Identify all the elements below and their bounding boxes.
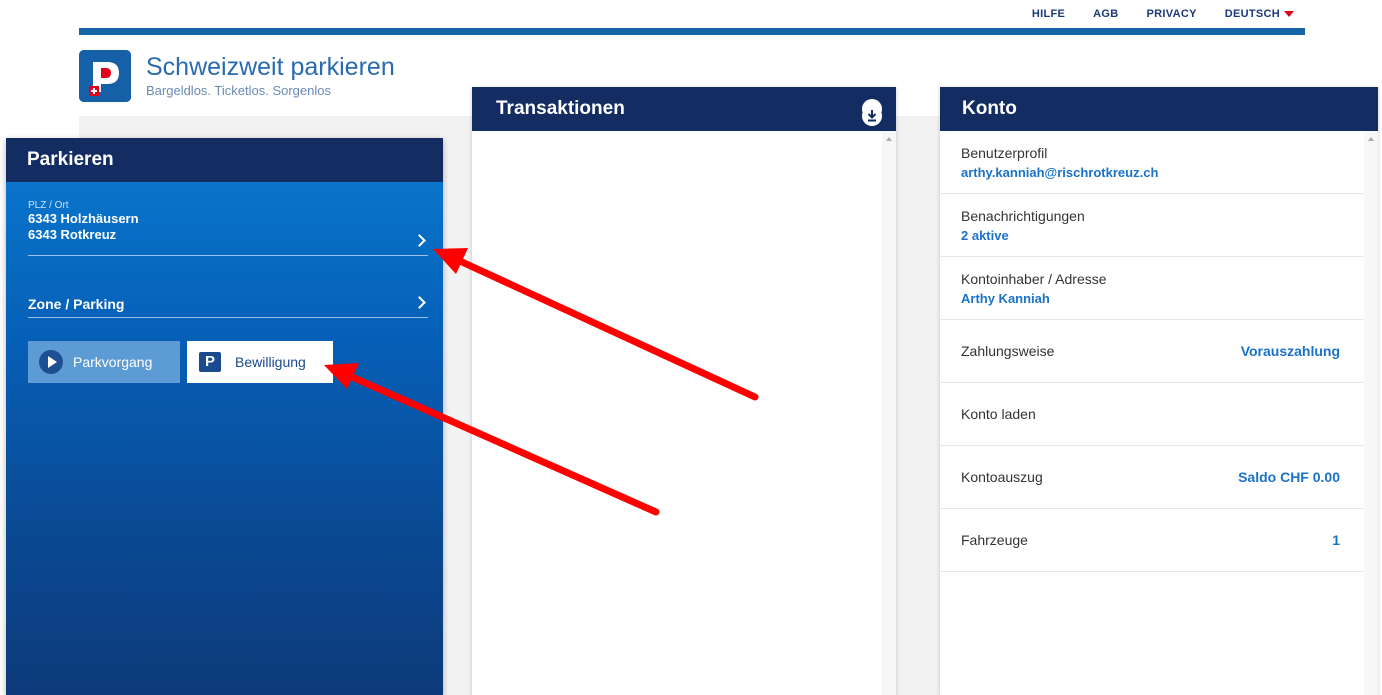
help-link[interactable]: HILFE bbox=[1032, 8, 1065, 20]
download-icon[interactable] bbox=[862, 99, 882, 126]
row-label: Benachrichtigungen bbox=[961, 207, 1085, 224]
account-header: Konto bbox=[940, 87, 1378, 131]
row-label: Konto laden bbox=[961, 406, 1036, 422]
account-row-notifications[interactable]: Benachrichtigungen 2 aktive bbox=[940, 194, 1378, 257]
row-sublabel: arthy.kanniah@rischrotkreuz.ch bbox=[961, 164, 1159, 180]
location-value-1: 6343 Holzhäusern bbox=[28, 211, 139, 226]
brand-subtitle: Bargeldlos. Ticketlos. Sorgenlos bbox=[146, 83, 331, 98]
privacy-link[interactable]: PRIVACY bbox=[1147, 8, 1197, 20]
account-row-statement[interactable]: Kontoauszug Saldo CHF 0.00 bbox=[940, 446, 1378, 509]
row-label: Zahlungsweise bbox=[961, 343, 1055, 359]
account-panel: Konto Benutzerprofil arthy.kanniah@risch… bbox=[940, 87, 1378, 695]
parking-logo-icon[interactable] bbox=[79, 50, 131, 102]
brand-title: Schweizweit parkieren bbox=[146, 53, 395, 81]
transactions-panel: Transaktionen bbox=[472, 87, 896, 695]
account-scrollbar[interactable] bbox=[1364, 131, 1378, 695]
account-row-topup[interactable]: Konto laden bbox=[940, 383, 1378, 446]
language-label: DEUTSCH bbox=[1224, 8, 1280, 20]
parking-panel: Parkieren PLZ / Ort 6343 Holzhäusern 634… bbox=[6, 138, 443, 695]
account-row-profile[interactable]: Benutzerprofil arthy.kanniah@rischrotkre… bbox=[940, 131, 1378, 194]
parking-title: Parkieren bbox=[27, 149, 114, 170]
account-row-vehicles[interactable]: Fahrzeuge 1 bbox=[940, 509, 1378, 572]
parking-p-icon: P bbox=[199, 352, 221, 372]
language-selector[interactable]: DEUTSCH bbox=[1225, 8, 1294, 20]
transactions-title: Transaktionen bbox=[496, 98, 625, 119]
location-value-2: 6343 Rotkreuz bbox=[28, 227, 117, 242]
top-bar bbox=[79, 28, 1305, 35]
account-title: Konto bbox=[962, 98, 1017, 119]
row-label: Kontoauszug bbox=[961, 469, 1043, 485]
row-sublabel: 2 aktive bbox=[961, 227, 1009, 243]
row-label: Fahrzeuge bbox=[961, 532, 1028, 548]
play-icon bbox=[39, 350, 63, 374]
account-row-payment[interactable]: Zahlungsweise Vorauszahlung bbox=[940, 320, 1378, 383]
location-label: PLZ / Ort bbox=[28, 200, 69, 211]
row-value: Saldo CHF 0.00 bbox=[1238, 469, 1340, 485]
permit-label: Bewilligung bbox=[235, 354, 306, 370]
top-navigation: HILFE AGB PRIVACY DEUTSCH bbox=[1004, 8, 1294, 20]
start-parking-button[interactable]: Parkvorgang bbox=[28, 341, 180, 383]
transactions-scrollbar[interactable] bbox=[882, 131, 896, 695]
row-label: Benutzerprofil bbox=[961, 144, 1048, 161]
parking-header: Parkieren bbox=[6, 138, 443, 182]
row-value: 1 bbox=[1332, 532, 1340, 548]
zone-label: Zone / Parking bbox=[28, 296, 125, 312]
row-sublabel: Arthy Kanniah bbox=[961, 290, 1050, 306]
row-label: Kontoinhaber / Adresse bbox=[961, 270, 1107, 287]
account-row-holder[interactable]: Kontoinhaber / Adresse Arthy Kanniah bbox=[940, 257, 1378, 320]
transactions-header: Transaktionen bbox=[472, 87, 896, 131]
zone-field[interactable]: Zone / Parking bbox=[28, 293, 428, 318]
caret-down-icon bbox=[1284, 11, 1294, 17]
start-parking-label: Parkvorgang bbox=[73, 354, 153, 370]
terms-link[interactable]: AGB bbox=[1093, 8, 1118, 20]
account-list: Benutzerprofil arthy.kanniah@rischrotkre… bbox=[940, 131, 1378, 572]
row-value: Vorauszahlung bbox=[1240, 343, 1340, 359]
permit-button[interactable]: P Bewilligung bbox=[187, 341, 333, 383]
location-field[interactable]: PLZ / Ort 6343 Holzhäusern 6343 Rotkreuz bbox=[28, 200, 428, 256]
